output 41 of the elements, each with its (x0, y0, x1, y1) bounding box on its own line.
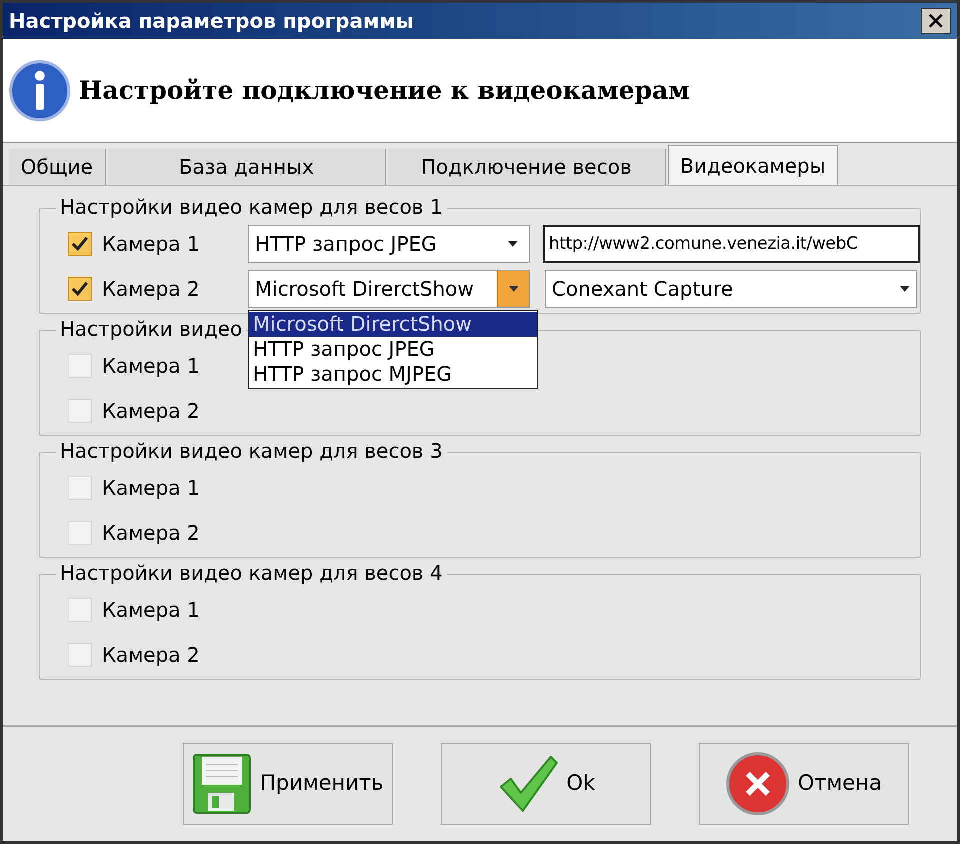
checkbox[interactable] (68, 598, 92, 622)
source-dropdown[interactable]: Microsoft DirerctShow (248, 270, 530, 308)
device-dropdown[interactable]: Conexant Capture (545, 270, 917, 308)
checkbox[interactable] (68, 476, 92, 500)
checkbox[interactable] (68, 232, 92, 256)
source-dropdown[interactable]: HTTP запрос JPEG (248, 224, 530, 262)
camera-label: Камера 1 (102, 352, 200, 380)
close-icon (929, 14, 943, 28)
info-icon (9, 60, 71, 122)
tab[interactable]: Общие (9, 149, 106, 185)
caret-icon (508, 240, 518, 246)
caret-icon (508, 286, 518, 292)
caret-icon (900, 286, 910, 292)
checkbox[interactable] (68, 276, 92, 300)
dropdown-option[interactable]: Microsoft DirerctShow (249, 312, 537, 336)
camera-label: Камера 2 (102, 642, 200, 668)
tab[interactable]: Видеокамеры (668, 145, 838, 185)
checkbox[interactable] (68, 642, 92, 666)
camera-label: Камера 1 (102, 596, 200, 624)
close-icon (726, 752, 790, 816)
checkmark-icon (72, 282, 88, 296)
camera-label: Камера 2 (102, 276, 200, 302)
checkbox[interactable] (68, 520, 92, 544)
tab[interactable]: База данных (108, 149, 386, 185)
window-title: Настройка параметров программы (9, 8, 414, 35)
dialog-button[interactable]: Применить (183, 743, 393, 825)
camera-label: Камера 2 (102, 398, 200, 424)
dropdown-option[interactable]: HTTP запрос MJPEG (249, 362, 537, 386)
url-field[interactable]: http://www2.comune.venezia.it/webC (543, 224, 920, 262)
camera-label: Камера 1 (102, 474, 200, 502)
header-text: Настройте подключение к видеокамерам (79, 74, 690, 107)
camera-label: Камера 2 (102, 520, 200, 546)
checkbox[interactable] (68, 354, 92, 378)
camera-label: Камера 1 (102, 230, 200, 258)
checkbox[interactable] (68, 398, 92, 422)
dropdown-option[interactable]: HTTP запрос JPEG (249, 336, 537, 362)
close-button[interactable] (921, 8, 951, 34)
checkmark-icon (72, 236, 88, 250)
tab[interactable]: Подключение весов (388, 149, 666, 185)
dialog-button[interactable]: Отмена (699, 743, 909, 825)
dialog-button[interactable]: Ok (441, 743, 651, 825)
